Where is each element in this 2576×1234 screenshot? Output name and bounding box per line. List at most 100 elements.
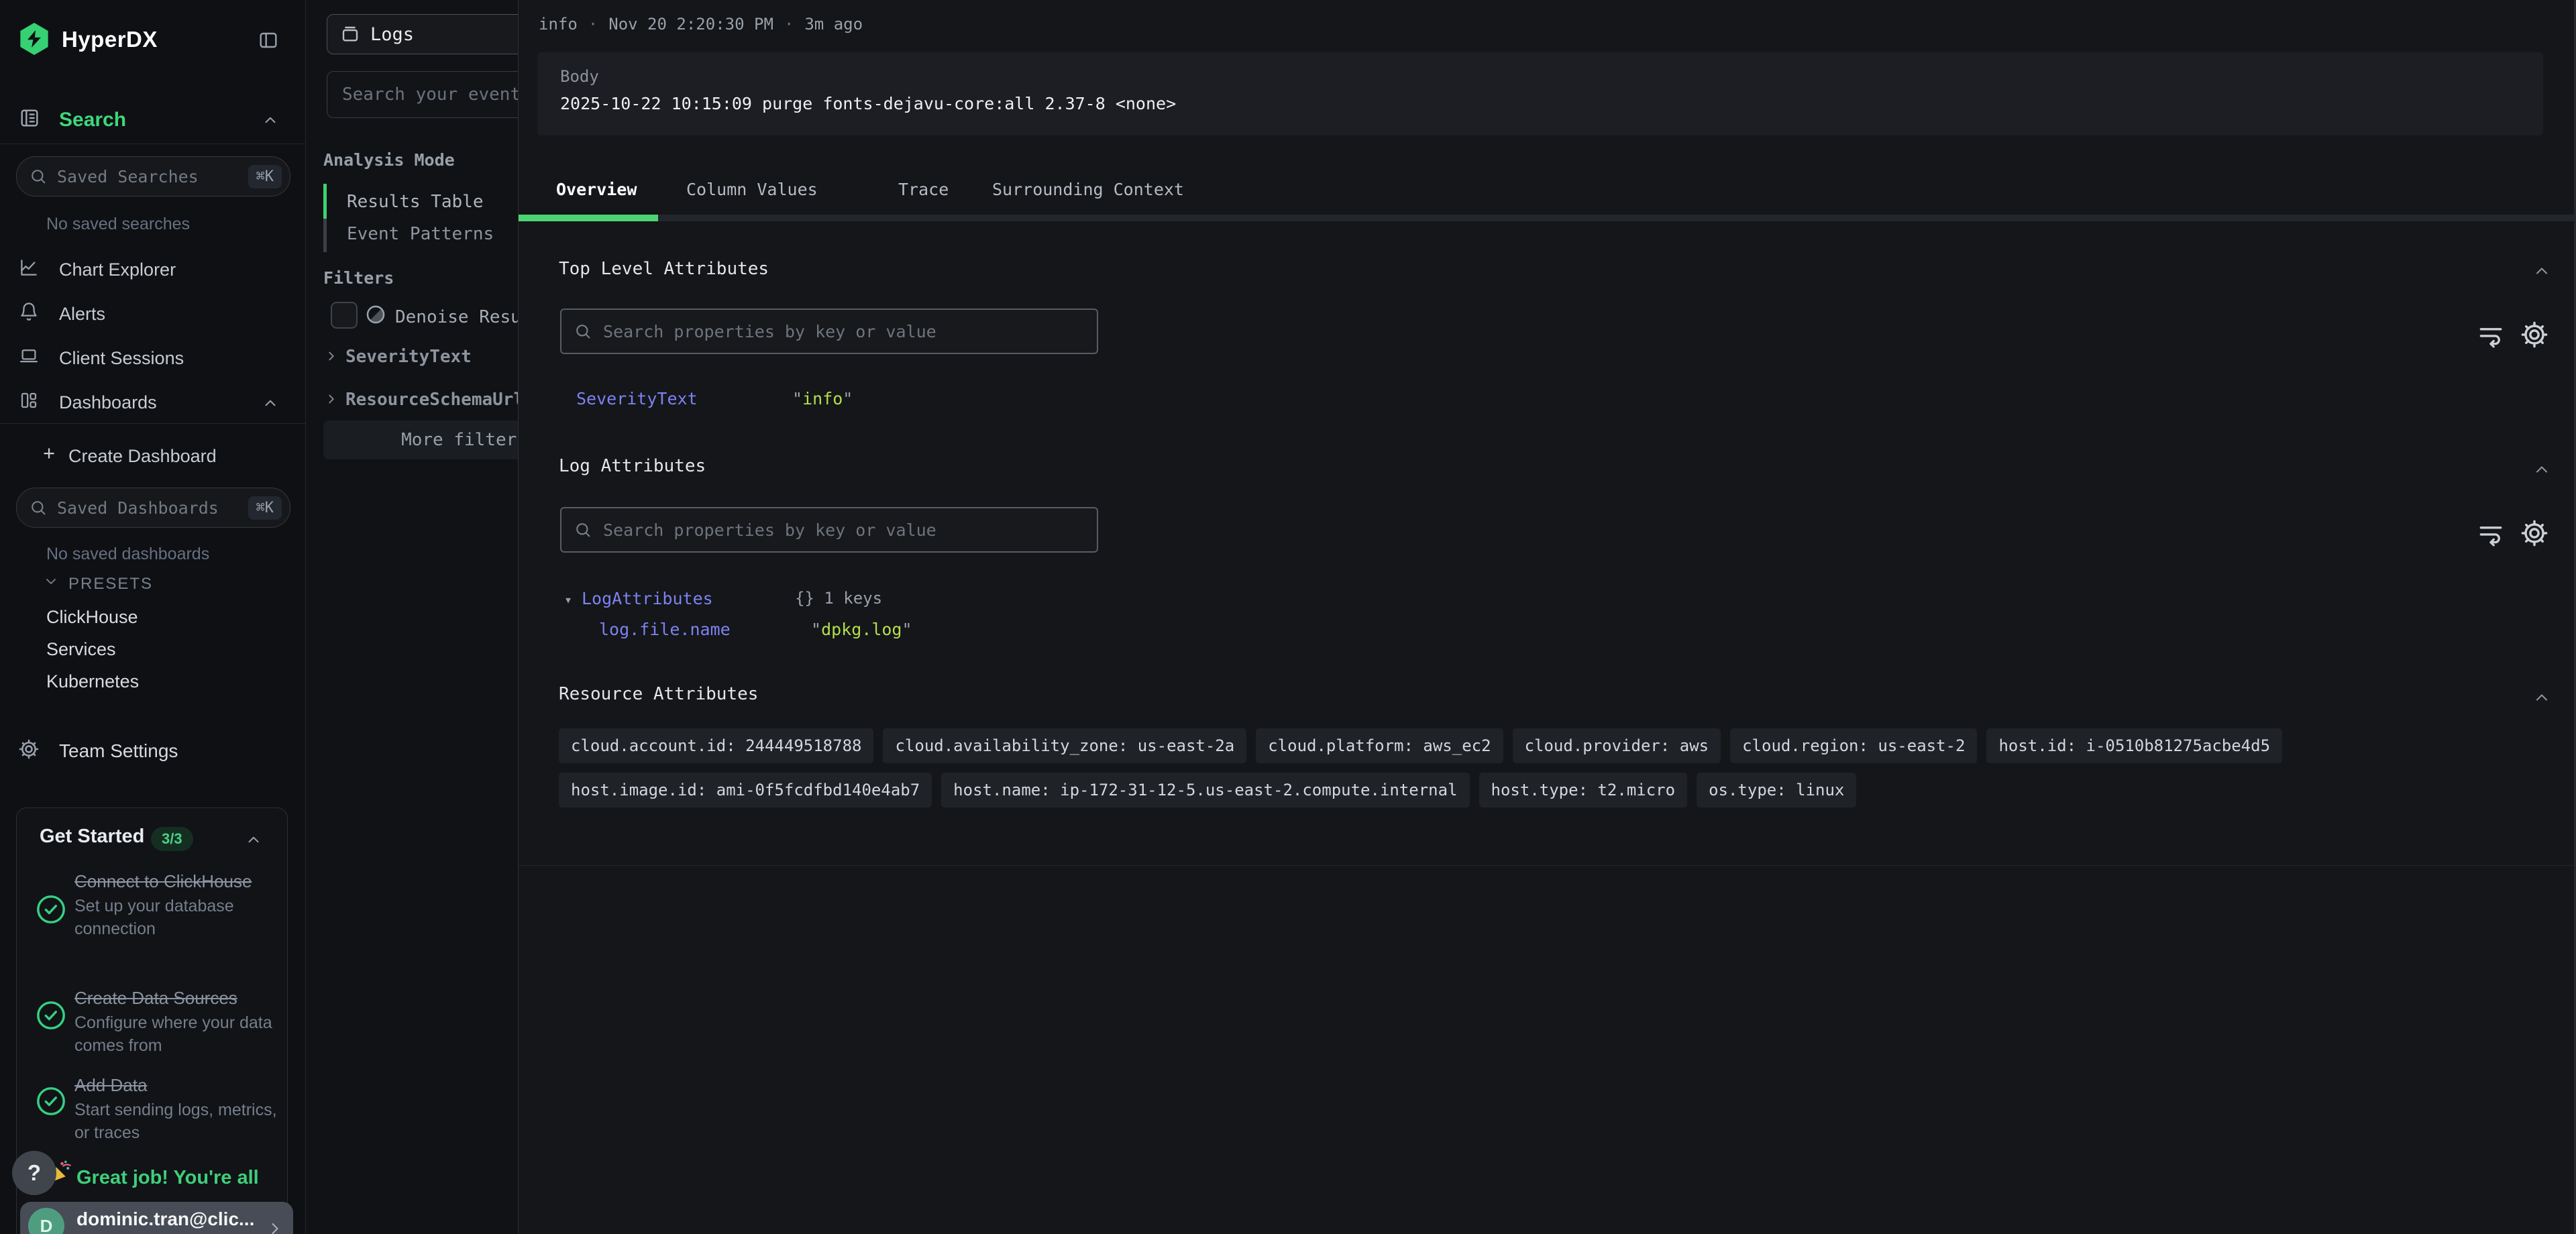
quote-mark: " bbox=[792, 389, 802, 408]
preset-item-services[interactable]: Services bbox=[46, 639, 116, 660]
sidebar-item-dashboards[interactable]: Dashboards bbox=[59, 392, 157, 413]
resource-pill[interactable]: cloud.account.id: 244449518788 bbox=[559, 728, 873, 763]
preset-item-clickhouse[interactable]: ClickHouse bbox=[46, 607, 138, 628]
search-collapse-chevron-icon[interactable] bbox=[262, 111, 279, 129]
task-check-icon bbox=[36, 894, 66, 925]
mode-results-table[interactable]: Results Table bbox=[347, 192, 484, 212]
section-collapse-chevron-icon[interactable] bbox=[2532, 460, 2551, 479]
denoise-icon bbox=[364, 303, 387, 326]
attribute-key[interactable]: SeverityText bbox=[576, 389, 698, 408]
section-divider bbox=[519, 865, 2576, 866]
resource-pill[interactable]: host.type: t2.micro bbox=[1479, 773, 1688, 807]
active-mode-rail bbox=[323, 184, 327, 219]
search-icon bbox=[29, 167, 48, 186]
sidebar: HyperDX Search ⌘K No saved searches Char… bbox=[0, 0, 306, 1234]
resource-pill[interactable]: cloud.provider: aws bbox=[1513, 728, 1721, 763]
preset-item-kubernetes[interactable]: Kubernetes bbox=[46, 671, 139, 692]
no-saved-dashboards-note: No saved dashboards bbox=[46, 545, 209, 564]
denoise-checkbox[interactable] bbox=[331, 302, 358, 329]
resource-pill[interactable]: host.id: i-0510b81275acbe4d5 bbox=[1986, 728, 2282, 763]
active-tab-underline bbox=[519, 215, 658, 221]
bell-icon bbox=[19, 302, 39, 322]
quote-mark: " bbox=[902, 620, 912, 639]
task-create-data-sources[interactable]: Create Data Sources Configure where your… bbox=[74, 987, 284, 1057]
presets-label[interactable]: PRESETS bbox=[68, 575, 153, 594]
get-started-collapse-chevron-icon[interactable] bbox=[245, 831, 262, 848]
filter-group-resourceschemaurl[interactable]: ResourceSchemaUrl bbox=[345, 390, 524, 410]
plus-icon: + bbox=[43, 441, 55, 465]
tab-surrounding-context[interactable]: Surrounding Context bbox=[992, 180, 1184, 199]
event-meta: info · Nov 20 2:20:30 PM · 3m ago bbox=[539, 15, 863, 34]
task-check-icon bbox=[36, 1086, 66, 1117]
event-relative-time: 3m ago bbox=[804, 15, 863, 34]
resource-pill[interactable]: cloud.platform: aws_ec2 bbox=[1256, 728, 1503, 763]
dot-separator: · bbox=[784, 15, 794, 34]
sidebar-item-client-sessions[interactable]: Client Sessions bbox=[59, 348, 184, 369]
wrap-lines-icon[interactable] bbox=[2476, 519, 2506, 549]
settings-gear-icon[interactable] bbox=[2519, 518, 2550, 549]
sidebar-item-chart-explorer[interactable]: Chart Explorer bbox=[59, 260, 176, 280]
top-level-search-input[interactable] bbox=[602, 321, 1097, 342]
tab-trace[interactable]: Trace bbox=[898, 180, 949, 199]
log-attributes-search-box[interactable] bbox=[560, 507, 1098, 553]
task-desc: Configure where your data comes from bbox=[74, 1011, 284, 1057]
filter-group-severitytext[interactable]: SeverityText bbox=[345, 347, 472, 367]
gear-icon bbox=[17, 738, 40, 761]
top-level-search-box[interactable] bbox=[560, 308, 1098, 354]
attribute-value[interactable]: "info" bbox=[792, 389, 853, 408]
help-button[interactable]: ? bbox=[12, 1151, 56, 1195]
source-select-value: Logs bbox=[370, 24, 414, 45]
resource-pill[interactable]: host.image.id: ami-0f5fcdfbd140e4ab7 bbox=[559, 773, 932, 807]
mode-event-patterns[interactable]: Event Patterns bbox=[347, 224, 494, 244]
saved-searches-field[interactable] bbox=[56, 166, 248, 187]
top-level-attributes-title: Top Level Attributes bbox=[559, 259, 769, 279]
task-desc: Set up your database connection bbox=[74, 895, 284, 940]
create-dashboard-button[interactable]: Create Dashboard bbox=[68, 446, 217, 467]
resource-attribute-pills: cloud.account.id: 244449518788 cloud.ava… bbox=[559, 728, 2544, 807]
divider bbox=[0, 423, 305, 424]
task-add-data[interactable]: Add Data Start sending logs, metrics, or… bbox=[74, 1074, 284, 1144]
value-text: dpkg.log bbox=[821, 620, 902, 639]
user-menu[interactable]: D dominic.tran@clic... dominic.tran@clic… bbox=[20, 1202, 293, 1234]
saved-dashboards-field[interactable] bbox=[56, 498, 248, 518]
dashboards-collapse-chevron-icon[interactable] bbox=[262, 394, 279, 412]
severity-level: info bbox=[539, 15, 578, 34]
avatar: D bbox=[28, 1208, 64, 1234]
task-title: Create Data Sources bbox=[74, 987, 284, 1010]
shortcut-badge: ⌘K bbox=[248, 496, 282, 520]
chevron-right-icon[interactable] bbox=[324, 392, 339, 406]
chart-explorer-icon bbox=[19, 258, 39, 278]
resource-pill[interactable]: cloud.availability_zone: us-east-2a bbox=[883, 728, 1246, 763]
resource-pill[interactable]: cloud.region: us-east-2 bbox=[1730, 728, 1977, 763]
resource-pill[interactable]: os.type: linux bbox=[1697, 773, 1856, 807]
user-name: dominic.tran@clic... bbox=[76, 1209, 254, 1230]
saved-dashboards-input[interactable]: ⌘K bbox=[16, 488, 290, 528]
section-collapse-chevron-icon[interactable] bbox=[2532, 688, 2551, 707]
tab-overview[interactable]: Overview bbox=[556, 180, 637, 199]
sidebar-collapse-icon[interactable] bbox=[258, 30, 279, 51]
sidebar-item-search[interactable]: Search bbox=[59, 109, 126, 131]
event-detail-panel: info · Nov 20 2:20:30 PM · 3m ago Body 2… bbox=[518, 0, 2576, 1234]
filters-label: Filters bbox=[323, 268, 394, 288]
tab-column-values[interactable]: Column Values bbox=[686, 180, 818, 199]
sidebar-item-team-settings[interactable]: Team Settings bbox=[59, 740, 178, 762]
section-collapse-chevron-icon[interactable] bbox=[2532, 262, 2551, 280]
task-connect-clickhouse[interactable]: Connect to ClickHouse Set up your databa… bbox=[74, 870, 284, 940]
log-attributes-search-input[interactable] bbox=[602, 520, 1097, 541]
attribute-tree-root[interactable]: LogAttributes bbox=[582, 589, 713, 608]
attribute-value[interactable]: "dpkg.log" bbox=[811, 620, 912, 639]
attribute-key[interactable]: log.file.name bbox=[599, 620, 731, 639]
presets-chevron-down-icon[interactable] bbox=[43, 573, 59, 590]
wrap-lines-icon[interactable] bbox=[2476, 321, 2506, 350]
expand-caret-icon[interactable]: ▾ bbox=[564, 592, 572, 608]
resource-pill[interactable]: host.name: ip-172-31-12-5.us-east-2.comp… bbox=[941, 773, 1469, 807]
settings-gear-icon[interactable] bbox=[2519, 319, 2550, 350]
chevron-right-icon[interactable] bbox=[324, 349, 339, 363]
chevron-right-icon bbox=[266, 1219, 284, 1234]
mode-rail bbox=[323, 219, 327, 252]
saved-searches-input[interactable]: ⌘K bbox=[16, 156, 290, 197]
task-title: Add Data bbox=[74, 1074, 284, 1097]
body-label: Body bbox=[560, 67, 599, 86]
sidebar-item-alerts[interactable]: Alerts bbox=[59, 304, 105, 325]
tab-underline-track bbox=[519, 215, 2576, 221]
